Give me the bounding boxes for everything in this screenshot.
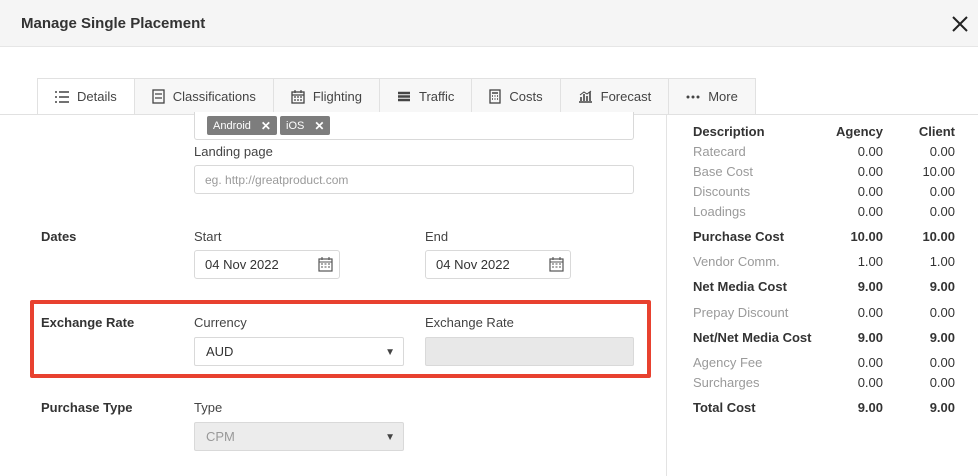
stack-icon [397,91,410,102]
panel-divider [666,115,667,476]
tab-costs[interactable]: Costs [472,78,561,115]
purchase-type-select: CPM ▼ [194,422,404,451]
cost-description: Loadings [693,204,746,219]
cost-agency: 0.00 [857,355,883,370]
platform-tags-field[interactable]: Android ✕ iOS ✕ [194,112,634,140]
tab-bar: Details Classifications Flighting Traffi… [37,78,756,115]
dates-label: Dates [41,229,77,244]
cost-agency: 0.00 [857,305,883,320]
cost-client: 1.00 [929,254,955,269]
tab-label: Classifications [172,89,256,104]
remove-tag-icon[interactable]: ✕ [314,119,324,133]
cost-agency: 0.00 [857,144,883,159]
cost-description: Discounts [693,184,751,199]
tab-label: Details [77,89,117,104]
dialog-header: Manage Single Placement [0,0,978,47]
cost-description: Base Cost [693,164,753,179]
cost-agency: 0.00 [857,204,883,219]
cost-agency: 9.00 [857,279,883,294]
tag-label: Android [213,119,251,132]
highlight-box [30,300,651,378]
cost-client: 9.00 [929,400,955,415]
client-header: Client [918,124,955,139]
tag-label: iOS [286,119,305,132]
tab-label: Forecast [600,89,652,104]
dialog-title: Manage Single Placement [21,15,206,32]
description-header: Description [693,124,765,139]
cost-client: 10.00 [922,229,955,244]
cost-client: 0.00 [929,355,955,370]
cost-description: Agency Fee [693,355,763,370]
dropdown-arrow-icon: ▼ [385,432,395,443]
cost-agency: 1.00 [857,254,883,269]
cost-description: Prepay Discount [693,305,789,320]
cost-client: 0.00 [929,305,955,320]
calendar-icon [291,89,305,104]
purchase-type-label: Purchase Type [41,400,133,415]
cost-description: Net/Net Media Cost [693,330,812,345]
cost-description: Surcharges [693,375,760,390]
calendar-icon[interactable] [549,257,564,272]
tab-label: Costs [509,89,543,104]
tab-classifications[interactable]: Classifications [134,78,274,115]
cost-description: Ratecard [693,144,746,159]
close-icon[interactable] [948,12,972,36]
cost-client: 0.00 [929,144,955,159]
tab-flighting[interactable]: Flighting [273,78,380,115]
cost-description: Vendor Comm. [693,254,780,269]
tab-details[interactable]: Details [37,78,135,115]
cost-agency: 0.00 [857,184,883,199]
cost-client: 0.00 [929,204,955,219]
tab-more[interactable]: More [669,78,756,115]
cost-client: 9.00 [929,279,955,294]
chart-icon [578,90,592,103]
cost-client: 0.00 [929,184,955,199]
cost-agency: 0.00 [857,375,883,390]
tab-traffic[interactable]: Traffic [379,78,473,115]
cost-agency: 0.00 [857,164,883,179]
document-icon [152,89,165,104]
type-label: Type [194,400,223,415]
cost-description: Total Cost [693,400,756,415]
cost-client: 10.00 [922,164,955,179]
landing-page-label: Landing page [194,144,273,159]
start-date-input[interactable]: 04 Nov 2022 [194,250,340,279]
tab-label: Traffic [418,89,455,104]
start-date-label: Start [194,229,222,244]
ellipsis-icon [686,95,700,98]
landing-page-input[interactable]: eg. http://greatproduct.com [194,165,634,194]
end-date-input[interactable]: 04 Nov 2022 [425,250,571,279]
remove-tag-icon[interactable]: ✕ [261,119,271,133]
start-date-value: 04 Nov 2022 [205,257,279,272]
calculator-icon [489,89,502,104]
end-date-value: 04 Nov 2022 [436,257,510,272]
tag-android: Android ✕ [207,116,277,135]
cost-agency: 10.00 [850,229,883,244]
list-icon [55,90,69,103]
end-date-label: End [425,229,449,244]
cost-description: Net Media Cost [693,279,787,294]
cost-agency: 9.00 [857,330,883,345]
cost-client: 0.00 [929,375,955,390]
tab-label: Flighting [312,89,362,104]
tab-forecast[interactable]: Forecast [560,78,670,115]
purchase-type-value: CPM [206,429,235,444]
agency-header: Agency [836,124,883,139]
cost-description: Purchase Cost [693,229,785,244]
cost-agency: 9.00 [857,400,883,415]
tab-label: More [708,89,738,104]
tag-ios: iOS ✕ [280,116,331,135]
cost-client: 9.00 [929,330,955,345]
calendar-icon[interactable] [318,257,333,272]
